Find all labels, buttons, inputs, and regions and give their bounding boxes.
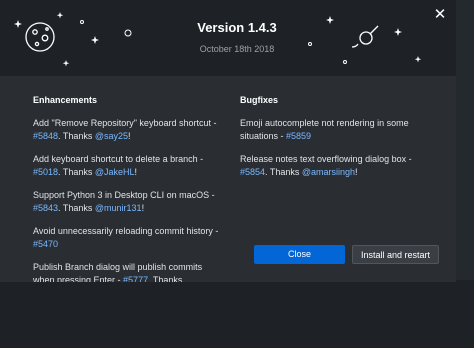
thanks-text: . Thanks <box>148 275 183 282</box>
dialog-header: Version 1.4.3 October 18th 2018 <box>0 0 456 76</box>
note-text: Avoid unnecessarily reloading commit his… <box>33 226 219 236</box>
install-and-restart-button[interactable]: Install and restart <box>352 245 439 264</box>
contributor-link[interactable]: @JakeHL <box>95 167 135 177</box>
bugfixes-item: Emoji autocomplete not rendering in some… <box>240 117 430 143</box>
note-end: ! <box>128 131 131 141</box>
bugfixes-column: Bugfixes Emoji autocomplete not renderin… <box>240 94 430 189</box>
contributor-link[interactable]: @say25 <box>95 131 128 141</box>
header-decoration <box>14 12 422 67</box>
note-end: ! <box>141 203 145 213</box>
thanks-text: . Thanks <box>58 131 95 141</box>
issue-link[interactable]: #5777 <box>123 275 148 282</box>
issue-link[interactable]: #5854 <box>240 167 265 177</box>
thanks-text: . Thanks <box>58 203 95 213</box>
issue-link[interactable]: #5859 <box>286 131 311 141</box>
note-text: Add keyboard shortcut to delete a branch… <box>33 154 204 164</box>
note-text: Emoji autocomplete not rendering in some… <box>240 118 409 141</box>
issue-link[interactable]: #5843 <box>33 203 58 213</box>
enhancements-heading: Enhancements <box>33 95 98 105</box>
issue-link[interactable]: #5018 <box>33 167 58 177</box>
note-text: Support Python 3 in Desktop CLI on macOS… <box>33 190 215 200</box>
enhancements-item: Avoid unnecessarily reloading commit his… <box>33 225 223 251</box>
enhancements-list: Add "Remove Repository" keyboard shortcu… <box>33 117 223 282</box>
thanks-text: . Thanks <box>58 167 95 177</box>
enhancements-item: Add keyboard shortcut to delete a branch… <box>33 153 223 179</box>
close-button[interactable]: Close <box>254 245 345 264</box>
bugfixes-list: Emoji autocomplete not rendering in some… <box>240 117 430 179</box>
enhancements-item: Add "Remove Repository" keyboard shortcu… <box>33 117 223 143</box>
issue-link[interactable]: #5470 <box>33 239 58 249</box>
note-end: ! <box>355 167 358 177</box>
thanks-text: . Thanks <box>265 167 302 177</box>
dialog-title: Version 1.4.3 <box>197 20 277 35</box>
issue-link[interactable]: #5848 <box>33 131 58 141</box>
enhancements-item: Publish Branch dialog will publish commi… <box>33 261 223 282</box>
release-notes-dialog: Version 1.4.3 October 18th 2018 Enhancem… <box>0 0 456 282</box>
release-date: October 18th 2018 <box>199 44 275 54</box>
app-backdrop-bottom <box>0 280 474 348</box>
close-icon[interactable]: ✕ <box>433 7 447 22</box>
enhancements-item: Support Python 3 in Desktop CLI on macOS… <box>33 189 223 215</box>
contributor-link[interactable]: @munir131 <box>95 203 142 213</box>
note-text: Add "Remove Repository" keyboard shortcu… <box>33 118 217 128</box>
enhancements-column: Enhancements Add "Remove Repository" key… <box>33 94 223 282</box>
bugfixes-heading: Bugfixes <box>240 95 279 105</box>
note-text: Release notes text overflowing dialog bo… <box>240 154 412 164</box>
note-end: ! <box>134 167 138 177</box>
contributor-link[interactable]: @amarsiingh <box>302 167 355 177</box>
bugfixes-item: Release notes text overflowing dialog bo… <box>240 153 430 179</box>
